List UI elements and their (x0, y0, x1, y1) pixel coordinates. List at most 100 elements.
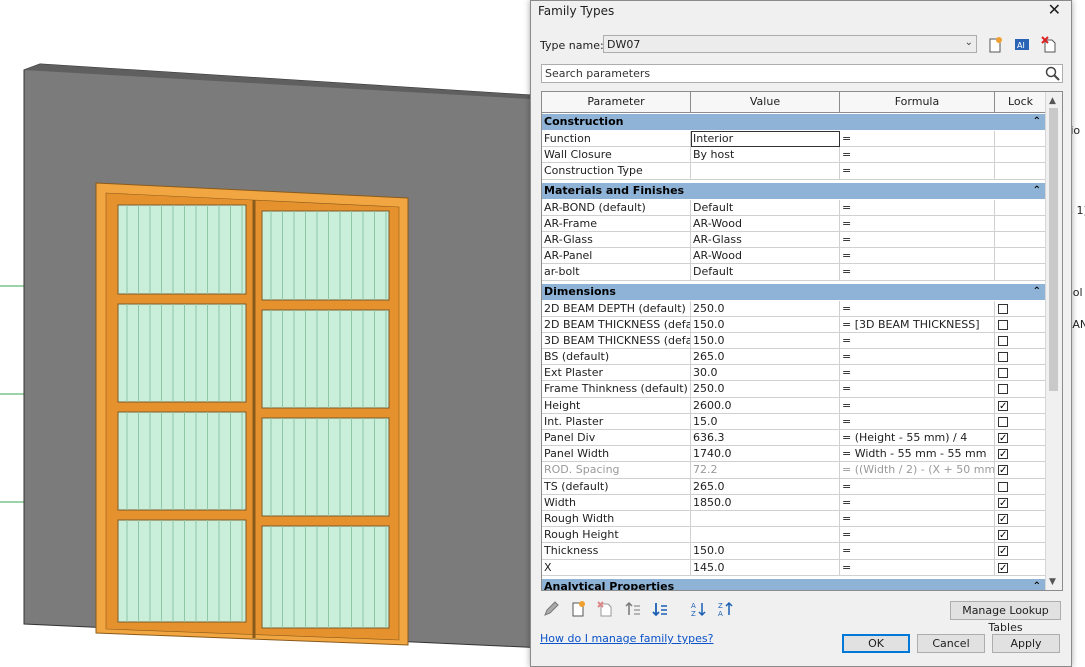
parameter-formula[interactable]: = (Height - 55 mm) / 4 (840, 430, 995, 447)
new-parameter-icon[interactable] (569, 600, 587, 618)
group-header[interactable]: Dimensions ⌃ (542, 283, 1047, 301)
apply-button[interactable]: Apply (992, 634, 1060, 653)
parameter-formula[interactable]: = (840, 231, 995, 249)
lock-checkbox[interactable] (998, 496, 1008, 510)
group-header[interactable]: Analytical Properties ⌃ (542, 578, 1047, 590)
parameter-formula[interactable]: = (840, 147, 995, 164)
scroll-down-icon[interactable]: ▼ (1049, 577, 1056, 587)
move-up-icon[interactable] (624, 600, 642, 618)
parameter-formula[interactable]: = ((Width / 2) - (X + 50 mm) - (1 (840, 462, 995, 479)
parameter-formula[interactable]: = (840, 264, 995, 281)
parameter-formula[interactable]: = (840, 478, 995, 495)
sort-descending-icon[interactable]: ZA (717, 600, 735, 618)
lock-checkbox[interactable] (998, 528, 1008, 542)
lock-checkbox[interactable] (998, 416, 1008, 427)
vertical-scrollbar[interactable]: ▲ ▼ (1045, 92, 1062, 590)
parameter-value[interactable]: 250.0 (691, 300, 840, 317)
parameter-formula[interactable]: = (840, 300, 995, 317)
lock-checkbox[interactable] (998, 399, 1008, 413)
parameter-formula[interactable]: = (840, 397, 995, 414)
parameter-formula[interactable]: = (840, 131, 995, 148)
edit-parameter-icon[interactable] (542, 600, 560, 618)
lock-checkbox[interactable] (998, 303, 1008, 314)
parameter-value[interactable]: 636.3 (691, 430, 840, 447)
parameter-formula[interactable]: = (840, 332, 995, 350)
lock-checkbox[interactable] (998, 481, 1008, 492)
collapse-icon[interactable]: ⌃ (1033, 284, 1041, 300)
parameter-value[interactable]: 265.0 (691, 349, 840, 366)
lock-checkbox[interactable] (998, 368, 1008, 379)
parameter-value[interactable] (691, 510, 840, 528)
new-type-icon[interactable] (985, 35, 1005, 55)
parameter-value[interactable]: AR-Glass (691, 231, 840, 249)
parameter-value[interactable] (691, 527, 840, 544)
parameter-value[interactable] (691, 163, 840, 180)
parameter-formula[interactable]: = (840, 510, 995, 528)
parameter-value[interactable]: Interior (691, 131, 840, 148)
parameter-formula[interactable]: = (840, 163, 995, 180)
parameter-value[interactable]: AR-Wood (691, 248, 840, 265)
lock-checkbox[interactable] (998, 319, 1008, 330)
delete-parameter-icon[interactable] (596, 600, 614, 618)
delete-type-icon[interactable] (1039, 35, 1059, 55)
parameter-value[interactable]: Default (691, 199, 840, 216)
group-header[interactable]: Construction ⌃ (542, 114, 1047, 131)
parameter-value[interactable]: Default (691, 264, 840, 281)
collapse-icon[interactable]: ⌃ (1033, 579, 1041, 590)
rename-type-icon[interactable]: AI (1012, 35, 1032, 55)
lock-checkbox[interactable] (998, 544, 1008, 558)
scroll-thumb[interactable] (1049, 108, 1058, 391)
parameter-formula[interactable]: = [3D BEAM THICKNESS] (840, 316, 995, 333)
help-link[interactable]: How do I manage family types? (540, 632, 713, 645)
collapse-icon[interactable]: ⌃ (1033, 183, 1041, 199)
parameter-formula[interactable]: = (840, 494, 995, 511)
cancel-button[interactable]: Cancel (917, 634, 985, 653)
move-down-icon[interactable] (651, 600, 669, 618)
lock-checkbox[interactable] (998, 447, 1008, 461)
lock-checkbox[interactable] (998, 352, 1008, 363)
parameter-value[interactable]: 1850.0 (691, 494, 840, 511)
scroll-up-icon[interactable]: ▲ (1049, 96, 1056, 106)
lock-checkbox[interactable] (998, 384, 1008, 395)
search-parameters[interactable] (541, 64, 1063, 83)
parameter-value[interactable]: 265.0 (691, 478, 840, 495)
parameter-value[interactable]: 150.0 (691, 332, 840, 350)
parameter-formula[interactable]: = (840, 527, 995, 544)
parameter-value[interactable]: 30.0 (691, 365, 840, 382)
parameter-value[interactable]: 2600.0 (691, 397, 840, 414)
type-name-select[interactable]: DW07 ⌄ (603, 35, 977, 53)
close-icon[interactable]: ✕ (1046, 1, 1063, 19)
column-header-lock[interactable]: Lock (995, 92, 1047, 112)
parameter-formula[interactable]: = (840, 381, 995, 398)
lock-checkbox[interactable] (998, 561, 1008, 575)
parameter-formula[interactable]: = (840, 248, 995, 265)
parameter-formula[interactable]: = (840, 543, 995, 560)
parameter-value[interactable]: AR-Wood (691, 215, 840, 232)
parameter-formula[interactable]: = (840, 215, 995, 232)
parameter-value[interactable]: By host (691, 147, 840, 164)
parameter-value[interactable]: 150.0 (691, 316, 840, 333)
parameter-value[interactable]: 150.0 (691, 543, 840, 560)
lock-checkbox[interactable] (998, 431, 1008, 445)
column-header-formula[interactable]: Formula (840, 92, 995, 112)
search-icon[interactable] (1045, 66, 1060, 81)
parameter-formula[interactable]: = (840, 559, 995, 576)
parameter-formula[interactable]: = (840, 413, 995, 430)
search-input[interactable] (545, 67, 1025, 80)
group-header[interactable]: Materials and Finishes ⌃ (542, 182, 1047, 200)
parameter-value[interactable]: 15.0 (691, 413, 840, 430)
parameter-value[interactable]: 250.0 (691, 381, 840, 398)
manage-lookup-tables-button[interactable]: Manage Lookup Tables (950, 601, 1061, 634)
parameter-formula[interactable]: = (840, 349, 995, 366)
parameter-value[interactable]: 1740.0 (691, 446, 840, 463)
parameter-formula[interactable]: = Width - 55 mm - 55 mm (840, 446, 995, 463)
collapse-icon[interactable]: ⌃ (1033, 114, 1041, 130)
lock-checkbox[interactable] (998, 463, 1008, 478)
column-header-parameter[interactable]: Parameter (542, 92, 691, 112)
sort-ascending-icon[interactable]: AZ (690, 600, 708, 618)
lock-checkbox[interactable] (998, 512, 1008, 526)
parameter-formula[interactable]: = (840, 199, 995, 216)
parameter-value[interactable]: 72.2 (691, 462, 840, 479)
parameter-value[interactable]: 145.0 (691, 559, 840, 576)
lock-checkbox[interactable] (998, 335, 1008, 346)
